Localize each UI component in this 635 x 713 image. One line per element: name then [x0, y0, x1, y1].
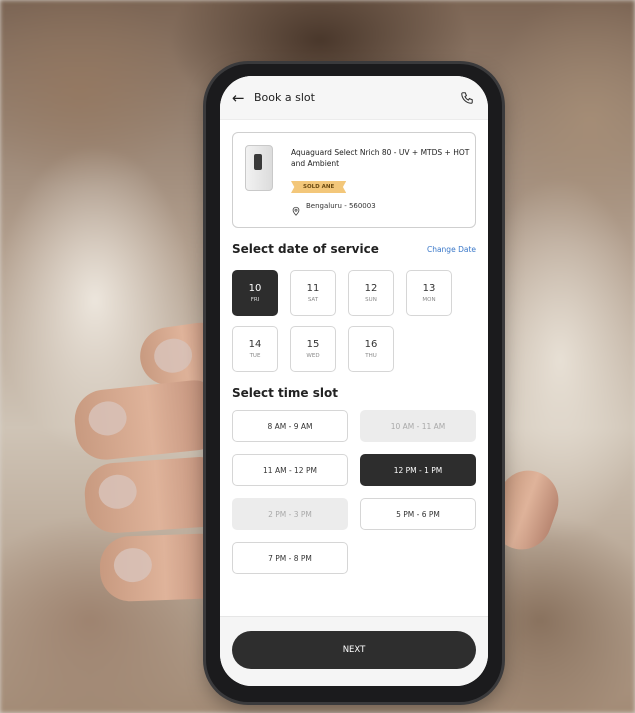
date-chip[interactable]: 12 SUN — [348, 270, 394, 316]
app-header: ← Book a slot — [220, 76, 488, 120]
phone-icon[interactable] — [458, 89, 476, 107]
next-button[interactable]: NEXT — [232, 631, 476, 669]
date-chip[interactable]: 14 TUE — [232, 326, 278, 372]
phone-frame: ← Book a slot Aquaguard Select Nrich 80 … — [206, 64, 502, 702]
phone-screen: ← Book a slot Aquaguard Select Nrich 80 … — [220, 76, 488, 686]
change-date-link[interactable]: Change Date — [427, 245, 476, 254]
time-slot-grid: 8 AM - 9 AM 10 AM - 11 AM 11 AM - 12 PM … — [220, 410, 488, 574]
time-slot[interactable]: 8 AM - 9 AM — [232, 410, 348, 442]
time-slot[interactable]: 7 PM - 8 PM — [232, 542, 348, 574]
page-title: Book a slot — [254, 91, 315, 104]
time-slot-disabled: 10 AM - 11 AM — [360, 410, 476, 442]
location-text: Bengaluru - 560003 — [306, 202, 376, 210]
date-chip[interactable]: 13 MON — [406, 270, 452, 316]
time-slot[interactable]: 5 PM - 6 PM — [360, 498, 476, 530]
footer-bar: NEXT — [220, 616, 488, 686]
status-badge: SOLD ANE — [291, 181, 347, 193]
product-image — [245, 145, 273, 191]
date-picker: 10 FRI 11 SAT 12 SUN 13 MON 14 TUE 15 WE… — [220, 270, 488, 372]
product-card: Aquaguard Select Nrich 80 - UV + MTDS + … — [232, 132, 476, 228]
time-slot[interactable]: 11 AM - 12 PM — [232, 454, 348, 486]
location-row: Bengaluru - 560003 — [291, 201, 376, 216]
time-slot-selected[interactable]: 12 PM - 1 PM — [360, 454, 476, 486]
date-chip[interactable]: 11 SAT — [290, 270, 336, 316]
arrow-left-icon[interactable]: ← — [232, 89, 254, 107]
date-chip[interactable]: 15 WED — [290, 326, 336, 372]
location-pin-icon — [291, 201, 301, 216]
product-name: Aquaguard Select Nrich 80 - UV + MTDS + … — [291, 148, 470, 168]
date-chip[interactable]: 10 FRI — [232, 270, 278, 316]
date-section-header: Select date of service Change Date — [220, 242, 488, 256]
date-chip[interactable]: 16 THU — [348, 326, 394, 372]
time-slot-disabled: 2 PM - 3 PM — [232, 498, 348, 530]
time-section-title: Select time slot — [232, 386, 338, 400]
date-section-title: Select date of service — [232, 242, 379, 256]
